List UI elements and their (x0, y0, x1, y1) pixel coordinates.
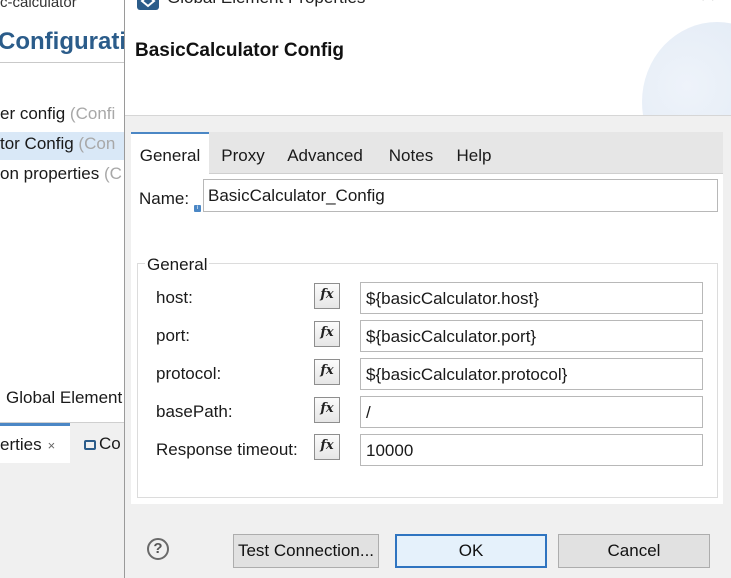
ok-button[interactable]: OK (395, 534, 547, 568)
general-group-label: General (145, 255, 210, 275)
config-list-item-type: (Confi (65, 104, 116, 123)
port-label: port: (156, 326, 191, 345)
config-list-item-label: er config (0, 104, 66, 123)
config-list-item-2[interactable]: tor Config (Con (0, 132, 126, 160)
host-label: host: (156, 288, 193, 307)
dialog-title: Global Element Properties (167, 0, 365, 8)
dialog-header: BasicCalculator Config (125, 12, 731, 116)
close-icon[interactable]: ✕ (696, 0, 720, 9)
app-logo-icon (137, 0, 159, 10)
tab-advanced[interactable]: Advanced (281, 132, 369, 174)
config-list-item-label: on properties (0, 164, 100, 183)
protocol-field[interactable]: ${basicCalculator.protocol} (360, 358, 703, 390)
header-decoration (642, 22, 731, 115)
host-expression-toggle[interactable]: fx (314, 283, 340, 309)
general-tab-panel: Name: i BasicCalculator_Config General h… (131, 174, 723, 504)
global-elements-tab[interactable]: Global Element (6, 388, 122, 408)
config-list-item-3[interactable]: on properties (C (0, 164, 122, 184)
config-list-item-1[interactable]: er config (Confi (0, 104, 115, 124)
help-icon[interactable]: ? (147, 538, 169, 560)
console-icon (84, 440, 96, 450)
properties-view-tab-label: erties (0, 435, 42, 454)
port-expression-toggle[interactable]: fx (314, 321, 340, 347)
dialog-titlebar[interactable]: Global Element Properties ✕ (125, 0, 731, 12)
cancel-button[interactable]: Cancel (558, 534, 710, 568)
name-field[interactable]: BasicCalculator_Config (203, 179, 718, 212)
properties-view-tab[interactable]: erties × (0, 423, 70, 463)
config-list-item-label: tor Config (0, 134, 74, 153)
name-label: Name: (139, 189, 190, 208)
console-view-tab[interactable]: Co (84, 423, 121, 463)
port-field[interactable]: ${basicCalculator.port} (360, 320, 703, 352)
background-title: c-calculator (0, 0, 77, 11)
bottom-view-tabs: erties × Co (0, 422, 126, 578)
basepath-label: basePath: (156, 402, 233, 421)
general-group: General host: fx ${basicCalculator.host}… (137, 255, 718, 498)
response-timeout-expression-toggle[interactable]: fx (314, 434, 340, 460)
config-list-item-type: (Con (73, 134, 116, 153)
basepath-expression-toggle[interactable]: fx (314, 397, 340, 423)
response-timeout-label: Response timeout: (156, 440, 298, 459)
config-list-item-type: (C (99, 164, 122, 183)
background-editor: c-calculator Configuratio er config (Con… (0, 0, 126, 578)
tab-help[interactable]: Help (451, 132, 497, 174)
basepath-field[interactable]: / (360, 396, 703, 428)
info-icon: i (194, 205, 201, 212)
response-timeout-field[interactable]: 10000 (360, 434, 703, 466)
tab-general[interactable]: General (131, 132, 209, 175)
divider (0, 62, 126, 63)
configuration-heading: Configuratio (0, 28, 126, 55)
global-element-properties-dialog: Global Element Properties ✕ BasicCalcula… (124, 0, 731, 578)
test-connection-button[interactable]: Test Connection... (233, 534, 379, 568)
tab-bar: General Proxy Advanced Notes Help (131, 132, 723, 175)
close-icon[interactable]: × (48, 438, 56, 453)
header-title: BasicCalculator Config (135, 40, 345, 61)
tab-proxy[interactable]: Proxy (215, 132, 271, 174)
protocol-expression-toggle[interactable]: fx (314, 359, 340, 385)
host-field[interactable]: ${basicCalculator.host} (360, 282, 703, 314)
tab-notes[interactable]: Notes (383, 132, 439, 174)
console-view-tab-label: Co (99, 434, 121, 453)
protocol-label: protocol: (156, 364, 222, 383)
